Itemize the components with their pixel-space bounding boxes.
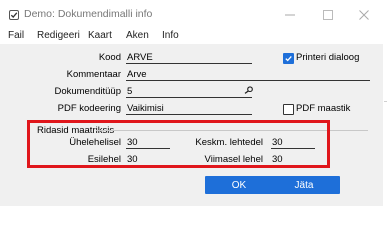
close-icon [359,10,369,20]
checkmark-icon [285,55,292,62]
menu-map[interactable]: Kaart [88,30,112,41]
pdf-kodeering-field[interactable]: Vaikimisi [126,103,252,115]
menu-edit[interactable]: Redigeeri [37,30,80,41]
cancel-button[interactable]: Jäta [268,176,340,194]
kommentaar-label: Kommentaar [66,69,121,80]
printeri-dialoog-checkbox[interactable] [283,53,294,64]
background-strip [383,0,389,206]
kood-label: Kood [98,52,121,63]
kood-field[interactable]: ARVE [126,52,252,64]
checkbox-app-icon [9,10,19,20]
magnifier-icon[interactable] [242,86,254,94]
window-title: Demo: Dokumendimalli info [24,8,153,20]
maximize-button[interactable] [309,0,347,30]
menu-bar: Fail Redigeeri Kaart Aken Info [0,30,383,44]
minimize-icon [285,14,295,16]
menu-info[interactable]: Info [162,30,179,41]
menu-file[interactable]: Fail [8,30,24,41]
pdf-maastik-label: PDF maastik [296,103,351,114]
pdf-maastik-checkbox[interactable] [283,104,294,115]
printeri-dialoog-label: Printeri dialoog [296,52,360,63]
title-bar[interactable]: Demo: Dokumendimalli info [0,0,383,30]
dokumenditüüp-field[interactable]: 5 [126,86,252,98]
highlight-box [27,120,330,168]
kommentaar-field[interactable]: Arve [126,69,370,81]
maximize-icon [323,10,333,20]
menu-window[interactable]: Aken [126,30,149,41]
ok-button[interactable]: OK [205,176,273,194]
dokumenditüüp-label: Dokumenditüüp [54,86,121,97]
minimize-button[interactable] [271,0,309,30]
close-button[interactable] [345,0,383,30]
dialog-window: Demo: Dokumendimalli info Fail Redigeeri… [0,0,383,206]
pdf-kodeering-label: PDF kodeering [57,103,121,114]
background-mark [384,101,387,102]
